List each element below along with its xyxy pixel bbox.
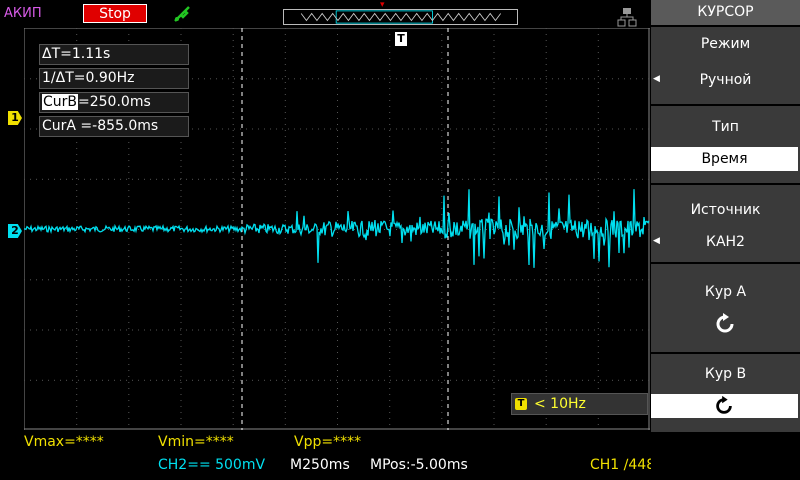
usb-icon	[174, 6, 190, 22]
vmax-readout: Vmax=****	[24, 434, 104, 450]
vpp-readout: Vpp=****	[294, 434, 362, 450]
trigger-icon: T	[515, 398, 527, 410]
type-value[interactable]: Время	[651, 147, 798, 171]
trigger-time-marker-label: T	[397, 32, 405, 45]
run-stop-indicator[interactable]: Stop	[83, 4, 147, 23]
top-status-bar: AКИП Stop ▾	[0, 0, 650, 28]
cur-b-menu-label: Кур B	[704, 366, 747, 382]
cur-b-label: CurB	[42, 94, 79, 110]
trigger-time-marker: T	[395, 32, 407, 46]
source-label: Источник	[690, 202, 761, 218]
trigger-position-marker: ▾	[380, 0, 385, 10]
acquisition-mode-label: AКИП	[4, 6, 42, 21]
inv-delta-t-readout: 1/ΔT=0.90Hz	[39, 68, 189, 89]
cur-a-readout: CurA =-855.0ms	[39, 116, 189, 137]
rotate-knob-icon	[716, 395, 732, 414]
cur-b-readout: CurB=250.0ms	[39, 92, 189, 113]
menu-mode-section[interactable]: Режим ◀ Ручной	[651, 27, 800, 104]
ch2-marker[interactable]: 2	[8, 224, 22, 238]
mode-value: Ручной	[699, 72, 752, 88]
menu-source-section[interactable]: Источник ◀ КАН2	[651, 185, 800, 262]
menu-title: КУРСОР	[651, 0, 800, 25]
rotate-knob-icon	[716, 313, 734, 333]
trigger-frequency-value: < 10Hz	[534, 396, 586, 412]
cur-b-selected[interactable]	[651, 394, 798, 418]
ch2-scale-readout: CH2== 500mV	[158, 457, 266, 473]
ch1-marker-label: 1	[11, 111, 19, 124]
menu-type-section[interactable]: Тип Время	[651, 106, 800, 183]
timebase-readout: M250ms	[290, 457, 350, 473]
mpos-readout: MPos:-5.00ms	[370, 457, 468, 473]
type-label: Тип	[712, 119, 739, 135]
vmin-readout: Vmin=****	[158, 434, 234, 450]
cur-a-menu-label: Кур A	[704, 284, 747, 300]
cursor-menu: КУРСОР Режим ◀ Ручной Тип Время Источник…	[651, 0, 800, 480]
memory-depth-strip	[283, 9, 518, 25]
delta-t-readout: ΔT=1.11s	[39, 44, 189, 65]
ch2-marker-label: 2	[11, 224, 19, 237]
mode-label: Режим	[700, 36, 751, 52]
ch1-marker[interactable]: 1	[8, 111, 22, 125]
network-icon	[617, 8, 637, 27]
cur-b-value: =250.0ms	[78, 94, 151, 110]
trigger-frequency-readout: T < 10Hz	[511, 393, 648, 415]
menu-cur-b-section[interactable]: Кур B	[651, 354, 800, 432]
menu-cur-a-section[interactable]: Кур A	[651, 264, 800, 352]
source-value: КАН2	[706, 234, 745, 250]
